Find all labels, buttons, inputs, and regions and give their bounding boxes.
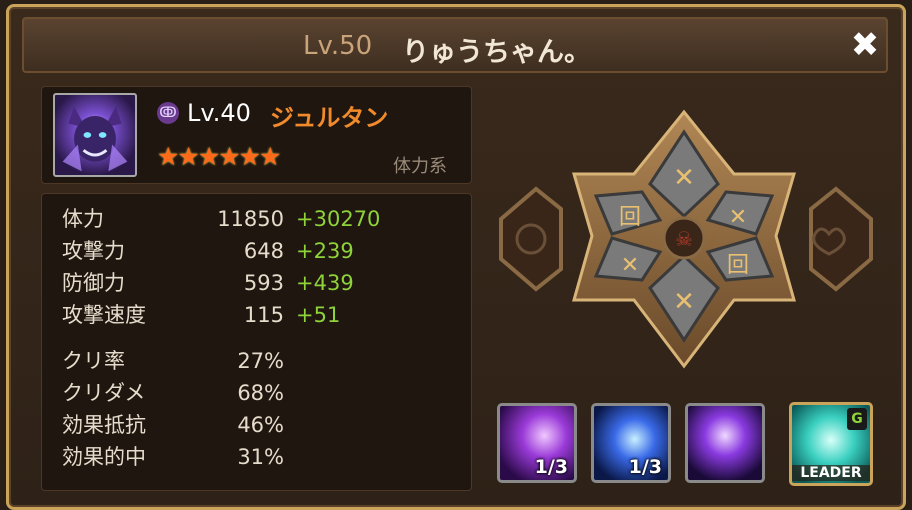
stat-label: 体力 <box>62 207 104 231</box>
player-level: Lv.50 <box>303 31 373 61</box>
leader-skill-icon[interactable]: G LEADER <box>789 402 873 486</box>
stat-label: クリ率 <box>62 349 125 373</box>
svg-text:✕: ✕ <box>673 287 695 317</box>
monster-portrait[interactable] <box>53 93 137 177</box>
stat-base-value: 31% <box>237 445 284 469</box>
stat-base-value: 648 <box>243 239 284 263</box>
svg-text:☠: ☠ <box>675 227 693 251</box>
stat-label: 攻撃速度 <box>62 303 146 327</box>
stat-label: 攻撃力 <box>62 239 125 263</box>
guild-badge-icon: G <box>847 408 867 430</box>
rune-set-display[interactable]: ✕ ✕ 回 ✕ ✕ 回 ☠ <box>486 104 886 374</box>
artifact-slot-left <box>499 186 563 292</box>
skill-3-icon[interactable] <box>685 403 765 483</box>
skill-1-icon[interactable]: 1/3 <box>497 403 577 483</box>
svg-text:✕: ✕ <box>673 163 695 193</box>
monster-name: ジュルタン <box>270 104 389 132</box>
stat-label: 効果抵抗 <box>62 413 146 437</box>
artifact-slot-right <box>809 186 873 292</box>
dark-element-icon: ↂ <box>157 102 179 124</box>
stat-bonus-value: +30270 <box>296 207 381 231</box>
leader-label: LEADER <box>792 465 870 481</box>
svg-text:回: 回 <box>727 253 749 278</box>
svg-text:✕: ✕ <box>729 205 747 230</box>
stat-base-value: 115 <box>243 303 284 327</box>
stat-base-value: 27% <box>237 349 284 373</box>
skill-2-level: 1/3 <box>628 456 662 478</box>
stat-label: 効果的中 <box>62 445 146 469</box>
stat-label: クリダメ <box>62 381 146 405</box>
stat-bonus-value: +439 <box>296 271 354 295</box>
monster-level: Lv.40 <box>187 99 251 127</box>
stat-bonus-value: +51 <box>296 303 341 327</box>
star-rating: ★★★★★★ <box>157 142 281 171</box>
skill-2-icon[interactable]: 1/3 <box>591 403 671 483</box>
svg-text:回: 回 <box>619 205 641 230</box>
svg-text:✕: ✕ <box>621 253 639 278</box>
stat-bonus-value: +239 <box>296 239 354 263</box>
player-name: りゅうちゃん。 <box>402 37 591 68</box>
skill-1-level: 1/3 <box>534 456 568 478</box>
stat-base-value: 11850 <box>217 207 284 231</box>
stat-base-value: 593 <box>243 271 284 295</box>
close-icon[interactable]: ✖ <box>850 27 880 63</box>
stat-base-value: 46% <box>237 413 284 437</box>
monster-type: 体力系 <box>393 156 447 177</box>
stat-label: 防御力 <box>62 271 125 295</box>
stat-base-value: 68% <box>237 381 284 405</box>
